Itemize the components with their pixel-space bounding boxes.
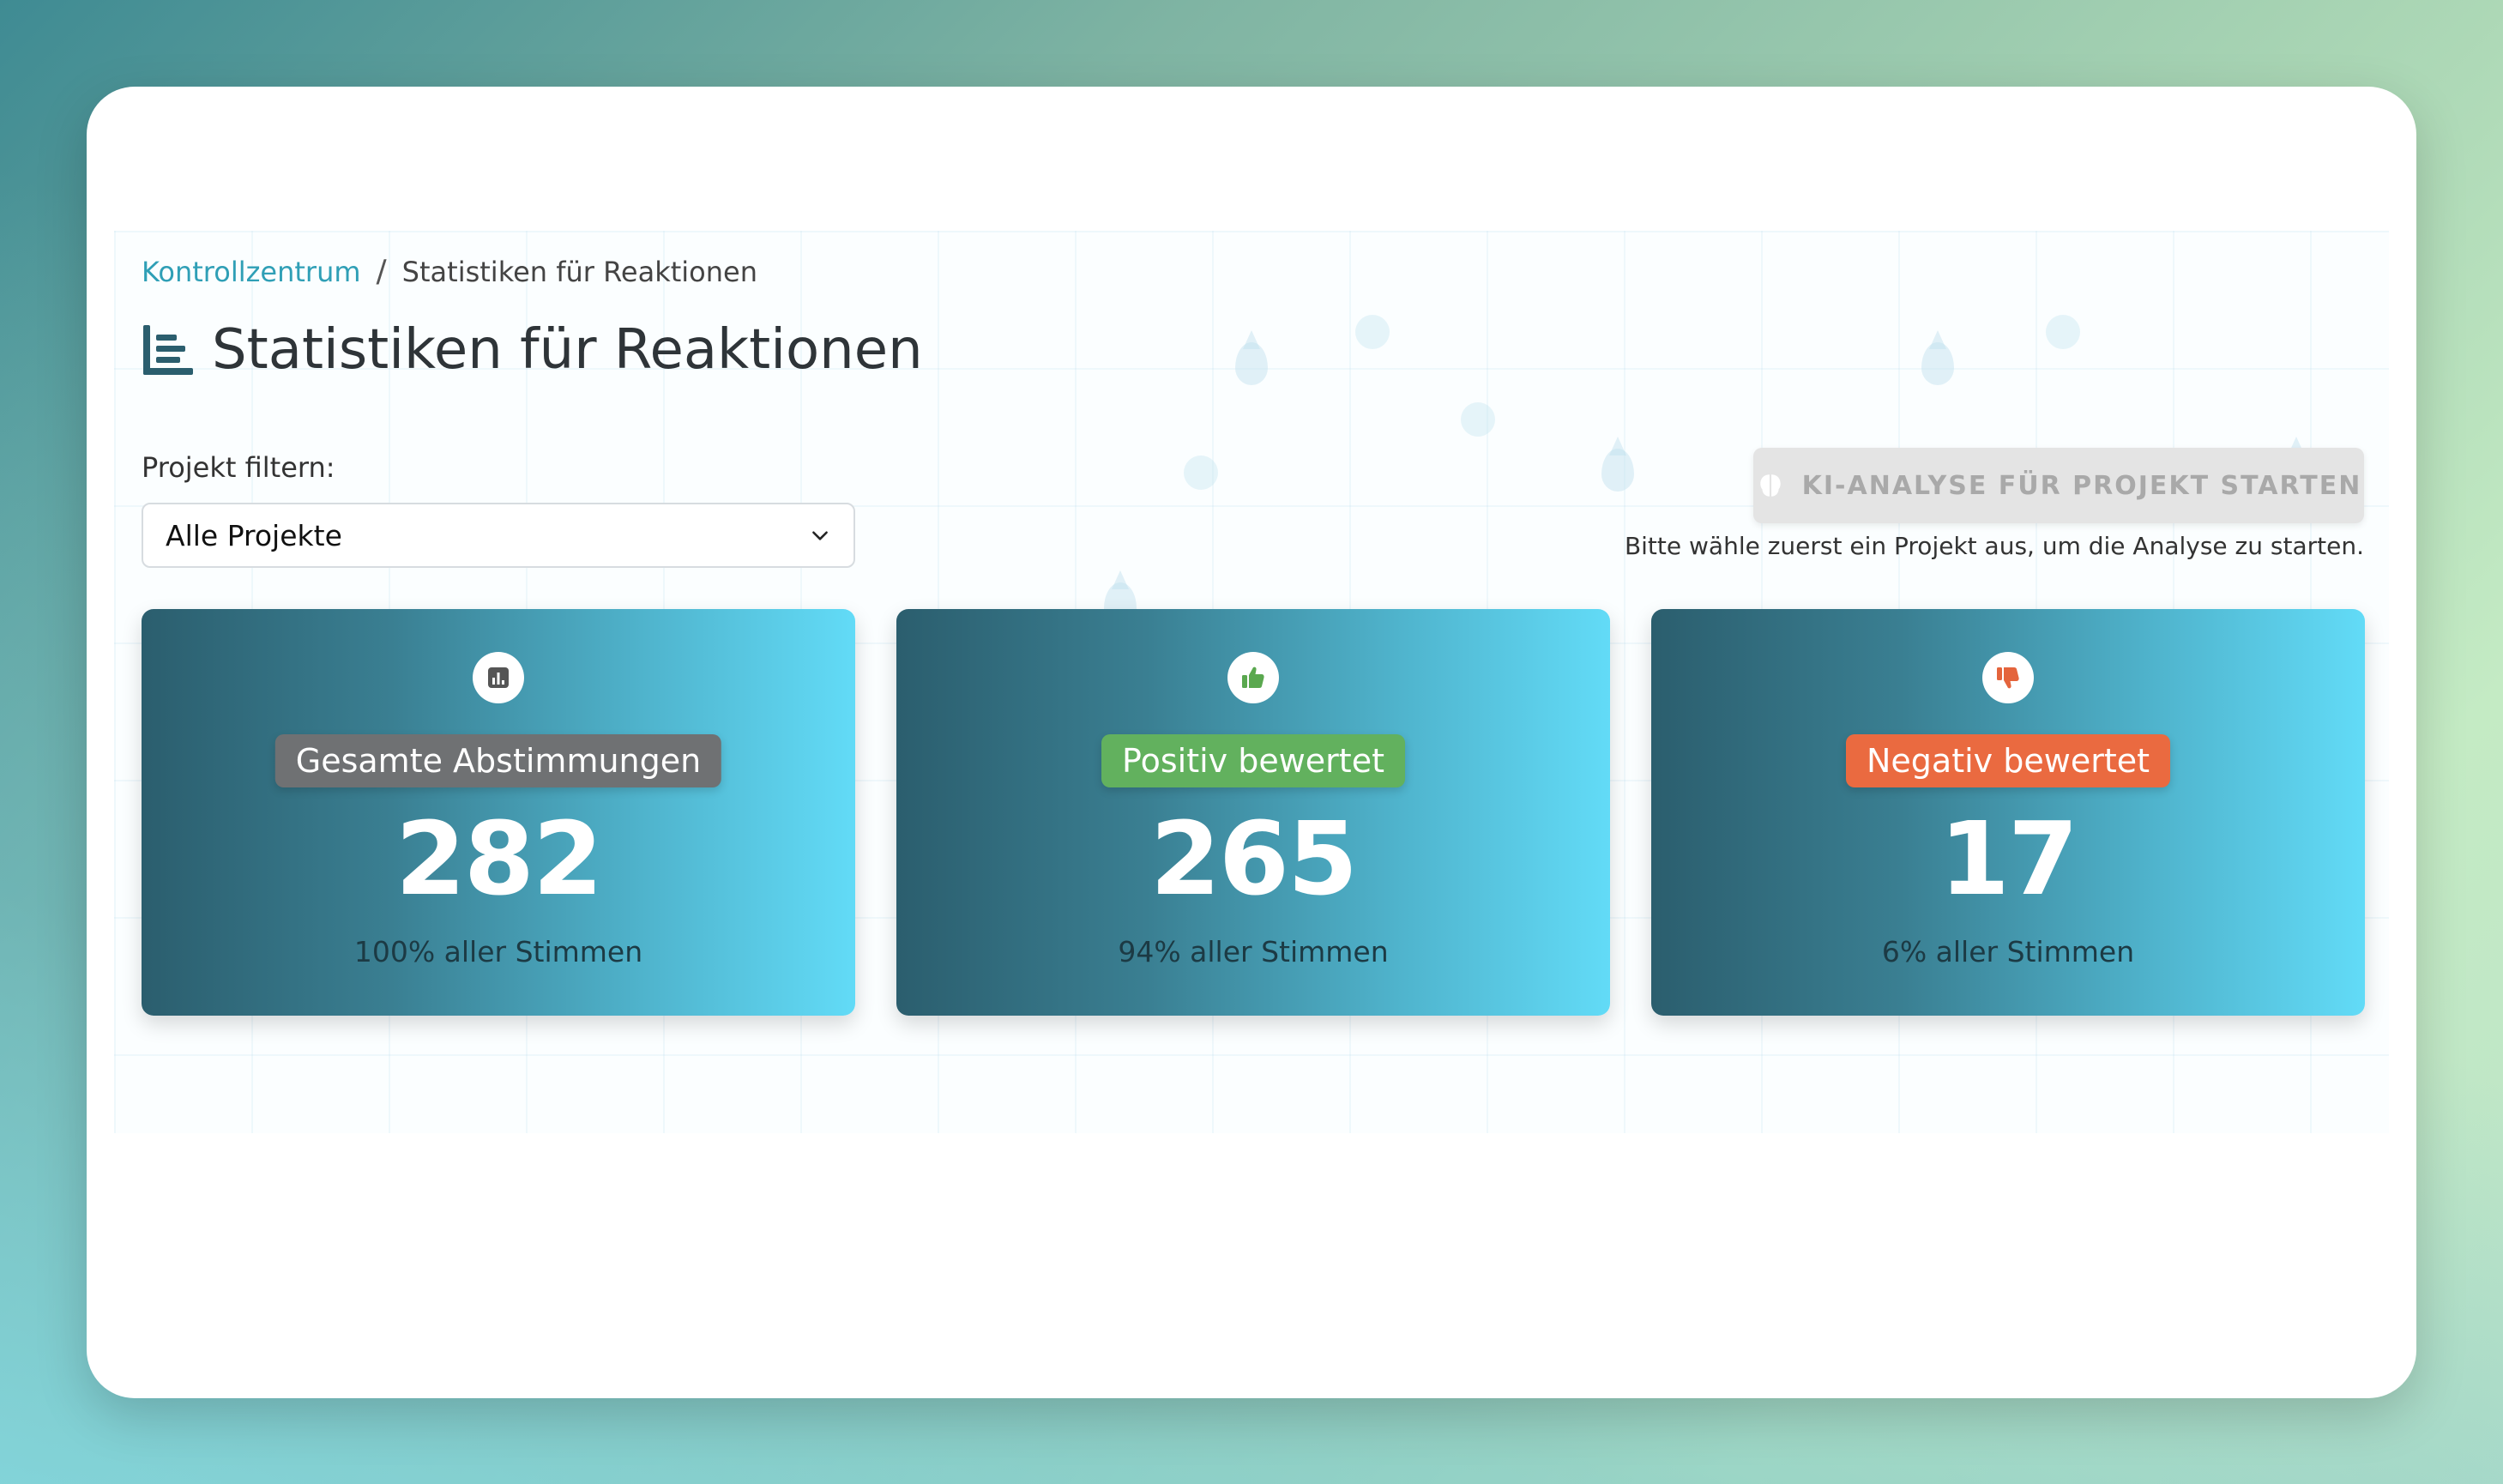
page-title: Statistiken für Reaktionen bbox=[212, 318, 923, 382]
ai-analysis-hint: Bitte wähle zuerst ein Projekt aus, um d… bbox=[1624, 532, 2364, 560]
brain-icon bbox=[1759, 474, 1781, 497]
thumbs-up-icon bbox=[1242, 667, 1264, 688]
stat-badge-positive: Positiv bewertet bbox=[1101, 734, 1405, 787]
breadcrumb-separator: / bbox=[376, 254, 387, 289]
breadcrumb-link-kontrollzentrum[interactable]: Kontrollzentrum bbox=[142, 256, 361, 288]
drop-decoration bbox=[1601, 437, 1634, 492]
stat-badge-negative: Negativ bewertet bbox=[1846, 734, 2170, 787]
stat-value-total: 282 bbox=[395, 799, 603, 918]
bubble-decoration bbox=[1184, 455, 1218, 490]
stat-subtitle-positive: 94% aller Stimmen bbox=[1118, 935, 1389, 968]
project-filter-value: Alle Projekte bbox=[166, 518, 342, 552]
breadcrumb-current: Statistiken für Reaktionen bbox=[401, 255, 757, 288]
stat-badge-total: Gesamte Abstimmungen bbox=[274, 734, 722, 787]
drop-decoration bbox=[1921, 330, 1954, 385]
stats-cards: Gesamte Abstimmungen 282 100% aller Stim… bbox=[142, 609, 2365, 1016]
breadcrumb: Kontrollzentrum / Statistiken für Reakti… bbox=[142, 254, 757, 289]
stat-value-negative: 17 bbox=[1939, 799, 2078, 918]
card-icon-wrapper bbox=[1227, 652, 1279, 703]
stat-card-total: Gesamte Abstimmungen 282 100% aller Stim… bbox=[142, 609, 855, 1016]
chevron-down-icon bbox=[812, 531, 828, 540]
stat-subtitle-total: 100% aller Stimmen bbox=[353, 935, 643, 968]
stat-card-positive: Positiv bewertet 265 94% aller Stimmen bbox=[896, 609, 1610, 1016]
project-filter-select[interactable]: Alle Projekte bbox=[142, 503, 855, 568]
page-header: Statistiken für Reaktionen bbox=[142, 318, 923, 382]
card-icon-wrapper bbox=[473, 652, 524, 703]
card-icon-wrapper bbox=[1982, 652, 2034, 703]
thumbs-down-icon bbox=[1997, 667, 2019, 689]
app-window: Kontrollzentrum / Statistiken für Reakti… bbox=[87, 87, 2416, 1398]
bubble-decoration bbox=[2046, 315, 2080, 349]
chart-icon bbox=[488, 667, 509, 688]
start-ai-analysis-label: KI-ANALYSE FÜR PROJEKT STARTEN bbox=[1801, 470, 2362, 501]
start-ai-analysis-button[interactable]: KI-ANALYSE FÜR PROJEKT STARTEN bbox=[1753, 448, 2364, 523]
bubble-decoration bbox=[1461, 402, 1495, 437]
stat-subtitle-negative: 6% aller Stimmen bbox=[1881, 935, 2135, 968]
drop-decoration bbox=[1235, 330, 1268, 385]
bubble-decoration bbox=[1355, 315, 1390, 349]
bar-list-icon bbox=[143, 325, 193, 375]
stat-card-negative: Negativ bewertet 17 6% aller Stimmen bbox=[1651, 609, 2365, 1016]
stat-value-positive: 265 bbox=[1149, 799, 1358, 918]
project-filter-label: Projekt filtern: bbox=[142, 451, 335, 484]
